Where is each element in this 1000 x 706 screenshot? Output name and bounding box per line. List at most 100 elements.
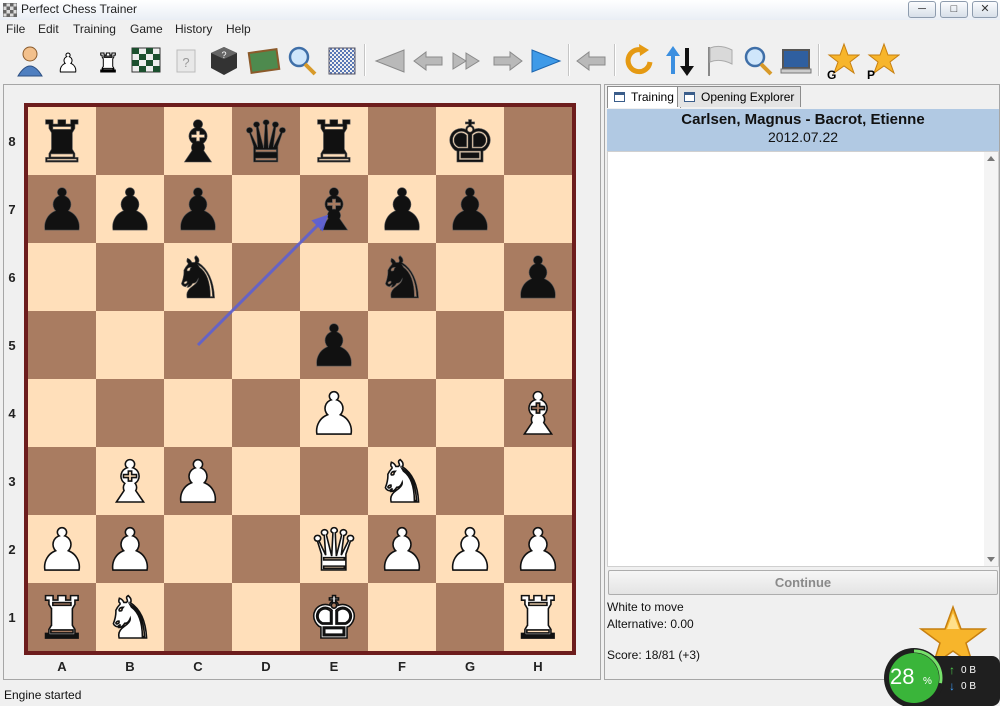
square-a3[interactable]	[28, 447, 96, 515]
square-g1[interactable]	[436, 583, 504, 651]
square-d3[interactable]	[232, 447, 300, 515]
square-h5[interactable]	[504, 311, 572, 379]
square-d4[interactable]	[232, 379, 300, 447]
zoom-icon[interactable]	[740, 42, 776, 80]
chess-piece-white-b1[interactable]: ♞	[103, 583, 157, 653]
minimize-button[interactable]: ─	[908, 1, 936, 18]
close-button[interactable]: ✕	[972, 1, 998, 18]
blackboard-icon[interactable]	[246, 42, 282, 80]
chess-piece-black-a7[interactable]: ♟	[36, 176, 89, 245]
tab-opening-explorer[interactable]: Opening Explorer	[677, 86, 802, 107]
chess-piece-white-e4[interactable]: ♟	[307, 379, 361, 449]
star-p-icon[interactable]: P	[864, 42, 900, 80]
scroll-down-icon[interactable]	[987, 557, 995, 562]
board-icon[interactable]	[128, 42, 164, 80]
square-b6[interactable]	[96, 243, 164, 311]
chess-piece-white-e2[interactable]: ♛	[307, 515, 361, 585]
square-d2[interactable]	[232, 515, 300, 583]
chess-board[interactable]: 87654321A B C D E F G H♜ ♝ ♛ ♜ ♚♟ ♟ ♟ ♝ ♟ ♟♞ ♞ ♟♟♟ ♝♝ ♟ ♞♟ ♟ ♛ ♟…	[4, 85, 600, 679]
flag-icon[interactable]	[702, 42, 738, 80]
square-a4[interactable]	[28, 379, 96, 447]
square-g4[interactable]	[436, 379, 504, 447]
square-a6[interactable]	[28, 243, 96, 311]
chess-piece-black-d8[interactable]: ♛	[240, 108, 293, 177]
scroll-up-icon[interactable]	[987, 156, 995, 161]
square-c1[interactable]	[164, 583, 232, 651]
menu-edit[interactable]: Edit	[38, 22, 59, 36]
square-e6[interactable]	[300, 243, 368, 311]
chess-piece-white-h2[interactable]: ♟	[511, 515, 565, 585]
square-c2[interactable]	[164, 515, 232, 583]
chess-piece-black-e5[interactable]: ♟	[308, 312, 361, 381]
square-d7[interactable]	[232, 175, 300, 243]
square-b8[interactable]	[96, 107, 164, 175]
tab-training[interactable]: Training	[607, 86, 681, 108]
monitor-icon[interactable]	[778, 42, 814, 80]
maximize-button[interactable]: □	[940, 1, 968, 18]
rook-icon[interactable]: ♜	[90, 42, 126, 80]
chess-piece-white-f2[interactable]: ♟	[375, 515, 429, 585]
user-icon[interactable]	[12, 42, 48, 80]
chess-piece-white-b3[interactable]: ♝	[103, 447, 157, 517]
back-icon[interactable]	[574, 42, 610, 80]
search-icon[interactable]	[284, 42, 320, 80]
chess-piece-white-g2[interactable]: ♟	[443, 515, 497, 585]
square-c4[interactable]	[164, 379, 232, 447]
menu-history[interactable]: History	[175, 22, 212, 36]
chess-piece-black-c7[interactable]: ♟	[172, 176, 225, 245]
chess-piece-white-c3[interactable]: ♟	[171, 447, 225, 517]
next-move-icon[interactable]	[490, 42, 526, 80]
square-b4[interactable]	[96, 379, 164, 447]
continue-button[interactable]: Continue	[608, 570, 998, 595]
square-f4[interactable]	[368, 379, 436, 447]
chess-piece-white-f3[interactable]: ♞	[375, 447, 429, 517]
square-g5[interactable]	[436, 311, 504, 379]
square-h3[interactable]	[504, 447, 572, 515]
chess-piece-black-h6[interactable]: ♟	[512, 244, 565, 313]
chess-piece-black-c6[interactable]: ♞	[172, 244, 225, 313]
previous-move-icon[interactable]	[410, 42, 446, 80]
moves-area[interactable]	[607, 151, 999, 567]
square-h7[interactable]	[504, 175, 572, 243]
chess-piece-black-b7[interactable]: ♟	[104, 176, 157, 245]
menu-help[interactable]: Help	[226, 22, 251, 36]
chess-piece-black-g8[interactable]: ♚	[444, 108, 497, 177]
square-e3[interactable]	[300, 447, 368, 515]
chess-piece-white-a2[interactable]: ♟	[35, 515, 89, 585]
square-d5[interactable]	[232, 311, 300, 379]
play-icon[interactable]	[528, 42, 564, 80]
cube-icon[interactable]: ?	[206, 42, 242, 80]
scrollbar[interactable]	[984, 152, 998, 566]
square-f5[interactable]	[368, 311, 436, 379]
square-g6[interactable]	[436, 243, 504, 311]
chess-piece-black-e8[interactable]: ♜	[308, 108, 361, 177]
fast-forward-icon[interactable]	[450, 42, 486, 80]
chess-piece-black-g7[interactable]: ♟	[444, 176, 497, 245]
star-g-icon[interactable]: G	[824, 42, 860, 80]
menu-training[interactable]: Training	[73, 22, 116, 36]
square-a5[interactable]	[28, 311, 96, 379]
square-b5[interactable]	[96, 311, 164, 379]
square-g3[interactable]	[436, 447, 504, 515]
chess-piece-black-e7[interactable]: ♝	[308, 176, 361, 245]
pawn-icon[interactable]: ♟	[50, 42, 86, 80]
square-h8[interactable]	[504, 107, 572, 175]
chess-piece-white-h1[interactable]: ♜	[511, 583, 565, 653]
chess-piece-white-h4[interactable]: ♝	[511, 379, 565, 449]
menu-game[interactable]: Game	[130, 22, 163, 36]
menu-file[interactable]: File	[6, 22, 25, 36]
chess-piece-white-e1[interactable]: ♚	[307, 583, 361, 653]
refresh-icon[interactable]	[622, 42, 658, 80]
chess-piece-black-f6[interactable]: ♞	[376, 244, 429, 313]
chess-piece-white-a1[interactable]: ♜	[35, 583, 89, 653]
help-icon[interactable]: ?	[168, 42, 204, 80]
square-d1[interactable]	[232, 583, 300, 651]
chess-piece-white-b2[interactable]: ♟	[103, 515, 157, 585]
pattern-icon[interactable]	[324, 42, 360, 80]
chess-piece-black-f7[interactable]: ♟	[376, 176, 429, 245]
square-f8[interactable]	[368, 107, 436, 175]
sort-icon[interactable]	[662, 42, 698, 80]
chess-piece-black-c8[interactable]: ♝	[172, 108, 225, 177]
square-f1[interactable]	[368, 583, 436, 651]
first-move-icon[interactable]	[372, 42, 408, 80]
